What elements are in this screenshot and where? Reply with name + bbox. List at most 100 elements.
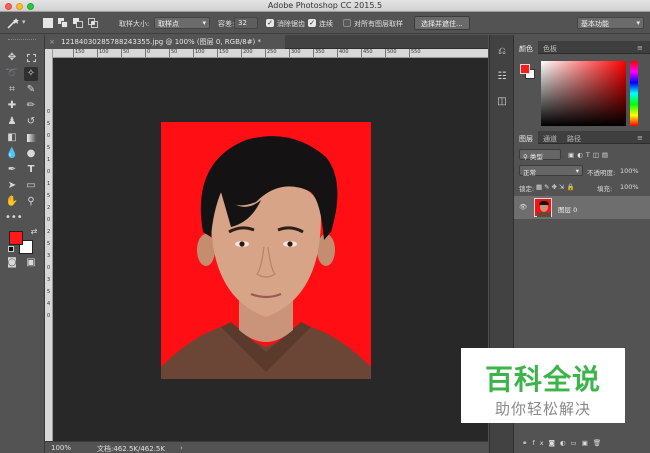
- ruler-h-label: 0: [147, 49, 151, 55]
- history-panel-icon[interactable]: ⎌: [495, 45, 509, 59]
- blend-mode-value: 正常: [523, 169, 536, 177]
- tab-paths[interactable]: 路径: [562, 131, 586, 144]
- vertical-ruler[interactable]: 050510152025303540: [45, 49, 53, 441]
- quick-mask-icon[interactable]: ◙: [5, 256, 19, 270]
- panel-menu-icon[interactable]: ≡: [632, 41, 648, 54]
- color-foreground-swatch[interactable]: [520, 64, 530, 74]
- ruler-h-label: 50: [171, 49, 178, 55]
- properties-panel-icon[interactable]: ☷: [495, 70, 509, 84]
- magic-wand-tool-icon[interactable]: ✧: [24, 67, 38, 81]
- tab-swatches[interactable]: 色板: [538, 41, 562, 54]
- panel-menu-icon[interactable]: ≡: [632, 131, 648, 144]
- move-tool-icon[interactable]: ✥: [5, 51, 19, 65]
- tab-layers[interactable]: 图层: [514, 131, 538, 144]
- eyedropper-tool-icon[interactable]: ✎: [24, 83, 38, 97]
- contiguous-checkbox[interactable]: ✓: [308, 19, 316, 27]
- layer-actions-bar[interactable]: ⚭fx◙◐▭▣🗑: [522, 439, 606, 447]
- history-brush-tool-icon[interactable]: ↺: [24, 115, 38, 129]
- ruler-h-label: 300: [291, 49, 301, 55]
- ruler-h-tick: [289, 49, 290, 57]
- tools-panel: ✥ ➰ ✧ ⌗ ✎ ✚ ✏ ♟ ↺ ◧ 💧 ● ✒ T ➤ ▭ ✋ ⚲ ••• …: [0, 35, 45, 453]
- chevron-down-icon[interactable]: ▾: [22, 18, 26, 26]
- type-tool-icon[interactable]: T: [24, 163, 38, 177]
- layer-filter-icons[interactable]: ▣◐T◫▤: [568, 151, 611, 159]
- color-panel-tabs: 颜色 色板 ≡: [514, 41, 650, 54]
- tolerance-input[interactable]: 32: [234, 17, 258, 29]
- swap-colors-icon[interactable]: ⇄: [27, 225, 41, 239]
- blur-tool-icon[interactable]: 💧: [5, 147, 19, 161]
- rectangle-tool-icon[interactable]: ▭: [24, 179, 38, 193]
- eraser-tool-icon[interactable]: ◧: [5, 131, 19, 145]
- zoom-tool-icon[interactable]: ⚲: [24, 195, 38, 209]
- sample-size-select[interactable]: 取样点 ▾: [154, 17, 210, 29]
- adjustments-panel-icon[interactable]: ◫: [495, 95, 509, 109]
- foreground-color-swatch[interactable]: [9, 231, 23, 245]
- ruler-h-tick: [97, 49, 98, 57]
- workspace-select[interactable]: 基本功能 ▾: [577, 17, 644, 29]
- path-selection-tool-icon[interactable]: ➤: [5, 179, 19, 193]
- sample-size-label: 取样大小:: [119, 20, 150, 28]
- brush-tool-icon[interactable]: ✏: [24, 99, 38, 113]
- ruler-v-label: 5: [47, 193, 51, 199]
- ruler-h-tick: [337, 49, 338, 57]
- antialias-label: 消除锯齿: [277, 20, 305, 28]
- ruler-h-label: 500: [387, 49, 397, 55]
- ruler-v-label: 0: [47, 109, 51, 115]
- ruler-h-label: 450: [363, 49, 373, 55]
- horizontal-ruler[interactable]: 150 100 50 0 50 100 150 200 250 300 350 400 450 500 55…: [53, 49, 488, 58]
- magic-wand-tool-preset-icon[interactable]: [6, 17, 20, 29]
- ruler-v-label: 2: [47, 229, 51, 235]
- gradient-tool-icon[interactable]: [24, 131, 38, 145]
- edit-toolbar-icon[interactable]: •••: [5, 211, 23, 225]
- ruler-v-label: 0: [47, 313, 51, 319]
- chevron-down-icon: ▾: [202, 19, 206, 27]
- healing-brush-tool-icon[interactable]: ✚: [5, 99, 19, 113]
- hand-tool-icon[interactable]: ✋: [5, 195, 19, 209]
- tab-color[interactable]: 颜色: [514, 41, 538, 54]
- ruler-h-label: 550: [411, 49, 421, 55]
- color-field[interactable]: [541, 61, 626, 126]
- layer-filter-value: 类型: [529, 153, 543, 161]
- contiguous-label: 连续: [319, 20, 333, 28]
- default-colors-icon[interactable]: [8, 246, 14, 252]
- new-selection-icon[interactable]: [43, 18, 53, 28]
- fill-label: 填充:: [597, 185, 613, 193]
- zoom-level[interactable]: 100%: [51, 444, 71, 452]
- document-tab[interactable]: × 12184030285788243355.jpg @ 100% (图层 0,…: [45, 35, 285, 49]
- intersect-selection-icon[interactable]: [88, 18, 98, 28]
- lock-icons[interactable]: ▦✎✥⇲🔒: [536, 183, 577, 191]
- tab-channels[interactable]: 通道: [538, 131, 562, 144]
- blend-mode-select[interactable]: 正常 ▾: [519, 165, 583, 177]
- pen-tool-icon[interactable]: ✒: [5, 163, 19, 177]
- sample-all-layers-checkbox[interactable]: [343, 19, 351, 27]
- ruler-v-label: 3: [47, 277, 51, 283]
- title-bar: Adobe Photoshop CC 2015.5: [0, 0, 650, 12]
- subtract-from-selection-icon[interactable]: [73, 18, 83, 28]
- screen-mode-icon[interactable]: ▣: [24, 256, 38, 270]
- photo-canvas[interactable]: [161, 122, 371, 379]
- layer-row[interactable]: 👁 图层 0: [514, 196, 650, 219]
- dodge-tool-icon[interactable]: ●: [24, 147, 38, 161]
- antialias-checkbox[interactable]: ✓: [266, 19, 274, 27]
- status-menu-arrow-icon[interactable]: ›: [180, 444, 183, 452]
- add-to-selection-icon[interactable]: [58, 18, 68, 28]
- marquee-tool-icon[interactable]: [24, 51, 38, 65]
- clone-stamp-tool-icon[interactable]: ♟: [5, 115, 19, 129]
- close-tab-icon[interactable]: ×: [49, 38, 55, 46]
- eye-icon[interactable]: 👁: [519, 203, 527, 211]
- layer-filter-select[interactable]: ⚲ 类型: [519, 149, 561, 161]
- hue-slider[interactable]: [630, 61, 638, 126]
- ruler-h-tick: [385, 49, 386, 57]
- opacity-value[interactable]: 100%: [620, 167, 639, 175]
- select-and-mask-button[interactable]: 选择并遮住...: [414, 16, 470, 30]
- opacity-label: 不透明度:: [587, 169, 616, 177]
- search-icon: ⚲: [523, 153, 528, 161]
- ruler-h-label: 150: [219, 49, 229, 55]
- fill-value[interactable]: 100%: [620, 183, 639, 191]
- ruler-h-tick: [193, 49, 194, 57]
- crop-tool-icon[interactable]: ⌗: [5, 83, 19, 97]
- lasso-tool-icon[interactable]: ➰: [5, 67, 19, 81]
- layer-name: 图层 0: [558, 206, 578, 214]
- ruler-h-tick: [121, 49, 122, 57]
- ruler-h-tick: [217, 49, 218, 57]
